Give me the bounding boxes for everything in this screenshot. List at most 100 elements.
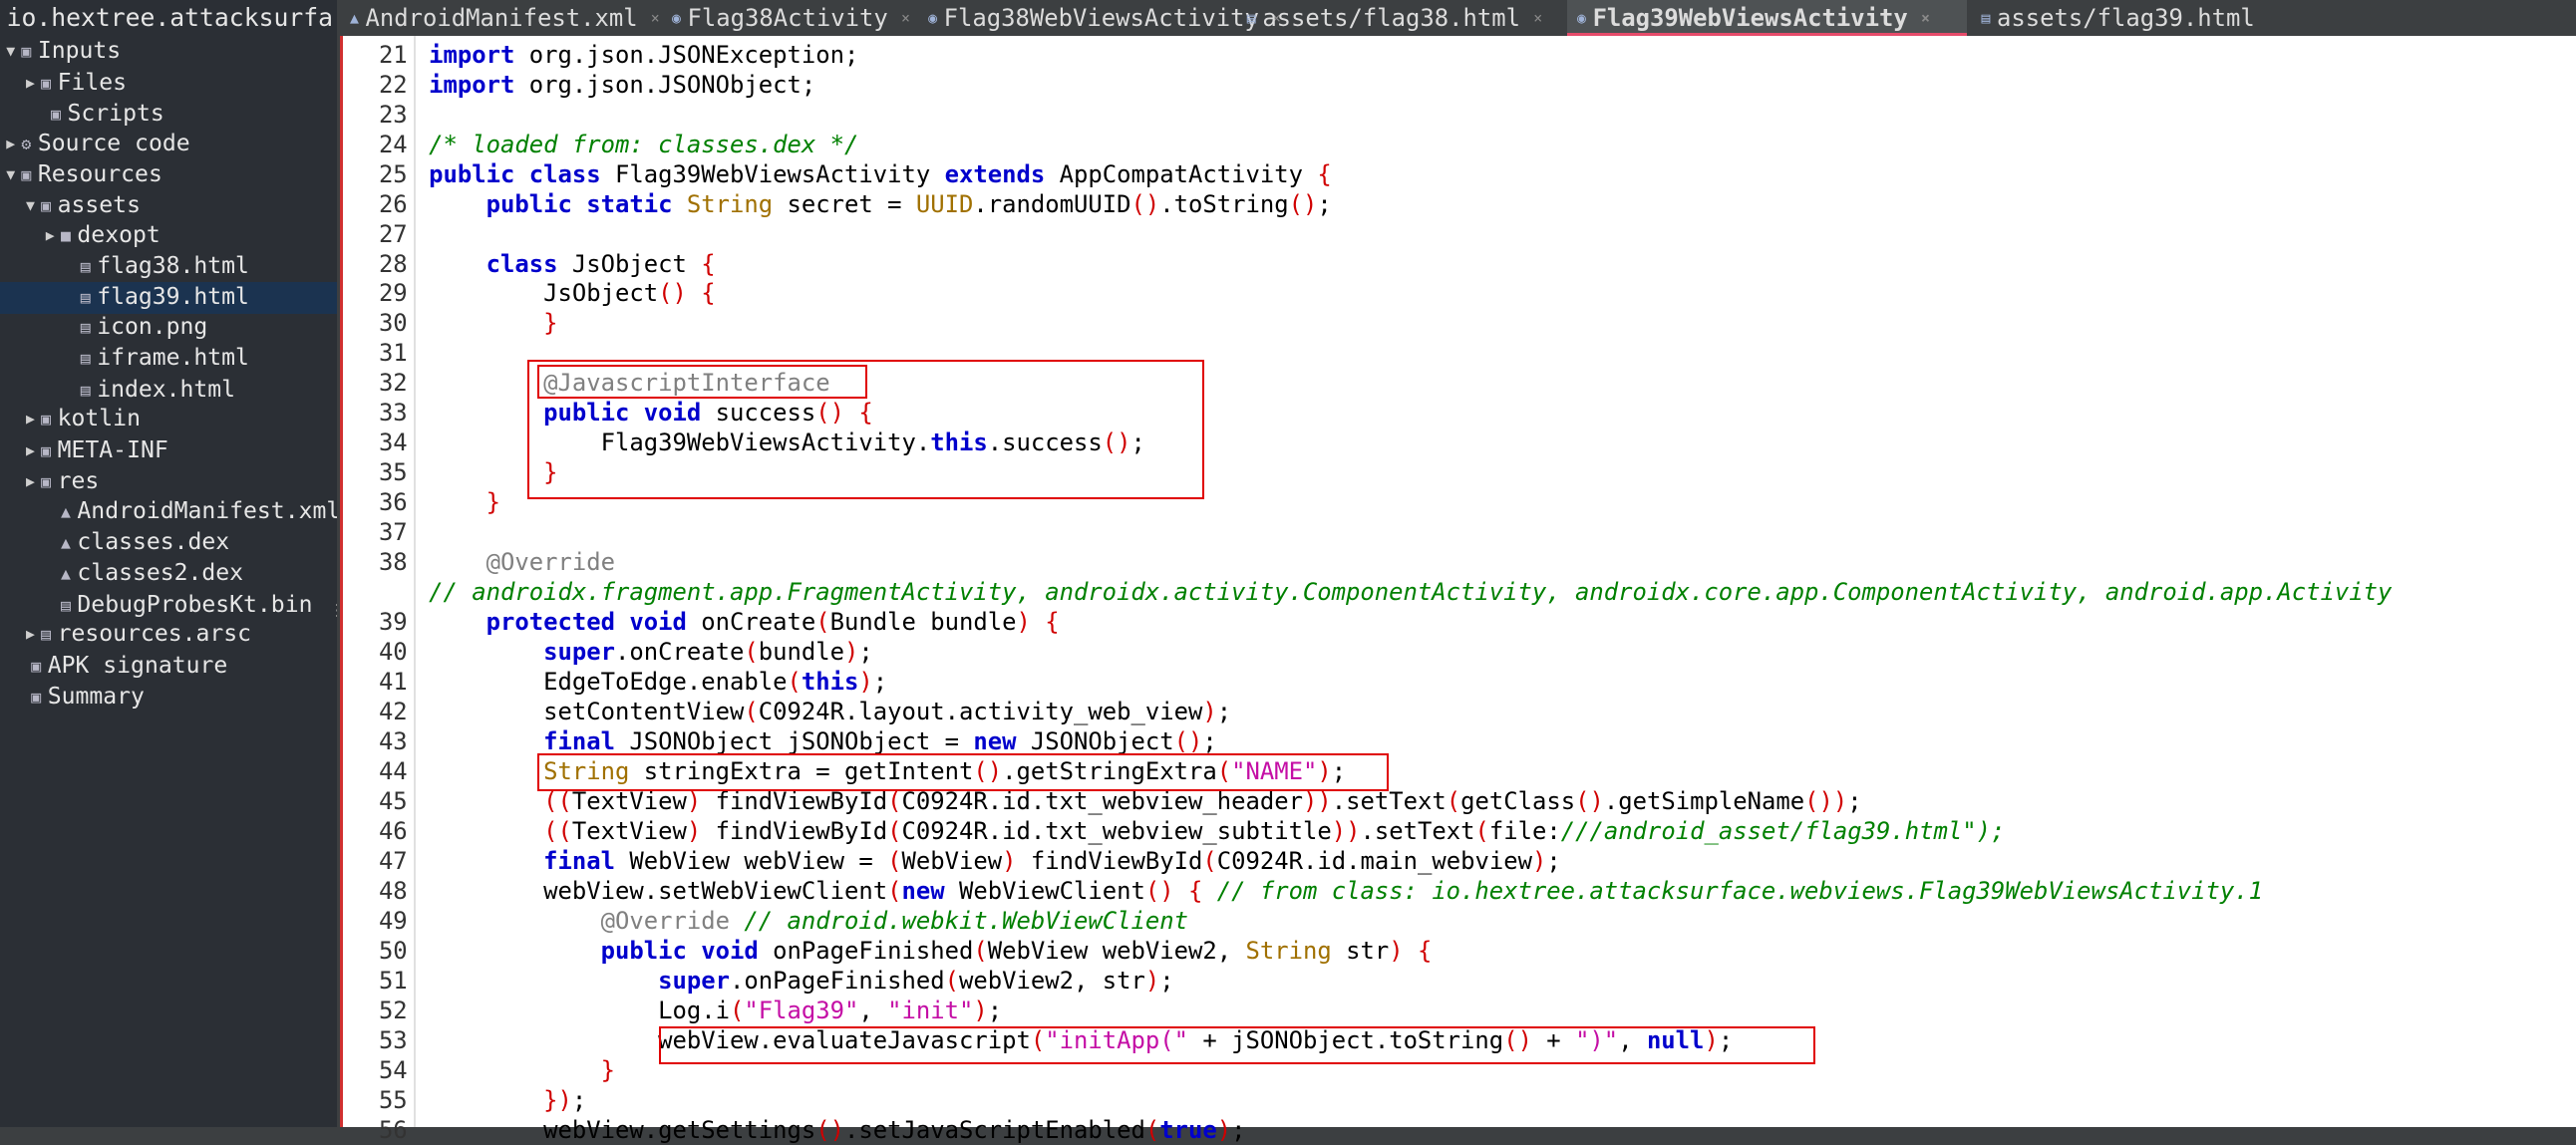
code-line[interactable]: @Override (429, 547, 615, 577)
tree-item-classes-dex[interactable]: ▲ classes.dex (0, 527, 337, 558)
code-line[interactable]: super.onPageFinished(webView2, str); (429, 966, 1174, 996)
expand-down-icon[interactable]: ▼ (23, 190, 38, 221)
expand-down-icon[interactable]: ▼ (3, 36, 18, 67)
expand-right-icon[interactable]: ▶ (43, 220, 58, 251)
code-line[interactable]: public void onPageFinished(WebView webVi… (429, 936, 1433, 966)
line-number: 46 (378, 817, 408, 846)
tree-item-summary[interactable]: ▣ Summary (0, 682, 337, 713)
expand-right-icon[interactable]: ▶ (23, 619, 38, 650)
code-line[interactable]: EdgeToEdge.enable(this); (429, 667, 887, 697)
expand-right-icon[interactable]: ▶ (23, 466, 38, 497)
tree-item-dexopt[interactable]: ▶ ■ dexopt (0, 220, 337, 251)
tree-item-source-code[interactable]: ▶ ⚙ Source code (0, 129, 337, 159)
line-number: 26 (378, 189, 408, 218)
tree-item-label: Inputs (37, 38, 122, 65)
tab-flag39webviewsactivity[interactable]: ◉ Flag39WebViewsActivity × (1567, 0, 1967, 37)
expand-right-icon[interactable]: ▶ (23, 68, 38, 99)
file-node-icon: ▲ (60, 501, 71, 521)
tab-file-icon: ◉ (1577, 10, 1586, 27)
close-icon[interactable]: × (1921, 10, 1930, 27)
code-editor[interactable]: 21 22 23 24 25 26 27 28 29 30 31 32 33 34 35 36 37 38 39 40… (340, 36, 2576, 1144)
line-number: 50 (378, 937, 408, 966)
tab-androidmanifest-xml[interactable]: ▲ AndroidManifest.xml × (340, 0, 660, 36)
code-line[interactable]: import org.json.JSONObject; (429, 70, 815, 100)
code-line[interactable]: webView.getSettings().setJavaScriptEnabl… (429, 1115, 1245, 1145)
code-line[interactable]: public static String secret = UUID.rando… (429, 189, 1332, 219)
code-line[interactable]: // androidx.fragment.app.FragmentActivit… (429, 577, 2392, 607)
tree-item-flag39-html[interactable]: ▤ flag39.html (0, 282, 337, 314)
tree-item-classes2-dex[interactable]: ▲ classes2.dex (0, 558, 337, 589)
code-line[interactable]: } (429, 457, 557, 487)
code-line[interactable]: String stringExtra = getIntent().getStri… (429, 756, 1346, 786)
code-line[interactable]: JsObject() { (429, 278, 716, 308)
code-line[interactable]: public class Flag39WebViewsActivity exte… (429, 159, 1332, 189)
code-line[interactable]: ((TextView) findViewById(C0924R.id.txt_w… (429, 816, 2005, 846)
code-line[interactable]: final WebView webView = (WebView) findVi… (429, 846, 1561, 876)
code-line[interactable]: setContentView(C0924R.layout.activity_we… (429, 697, 1231, 726)
tree-item-flag38-html[interactable]: ▤ flag38.html (0, 251, 337, 282)
code-line[interactable]: webView.evaluateJavascript("initApp(" + … (429, 1025, 1733, 1055)
expand-right-icon[interactable]: ▶ (23, 435, 38, 466)
code-line[interactable]: Log.i("Flag39", "init"); (429, 996, 1002, 1025)
line-number: 38 (378, 548, 408, 577)
line-number: 21 (378, 40, 408, 69)
code-line[interactable]: @Override // android.webkit.WebViewClien… (429, 906, 1188, 936)
line-number: 39 (378, 608, 408, 637)
code-line[interactable]: @JavascriptInterface (429, 368, 829, 398)
code-line[interactable]: protected void onCreate(Bundle bundle) { (429, 607, 1060, 637)
project-title[interactable]: io.hextree.attacksurfa (0, 0, 337, 36)
tree-item-kotlin[interactable]: ▶ ▣ kotlin (0, 404, 337, 434)
expand-down-icon[interactable]: ▼ (3, 159, 18, 190)
tree-item-scripts[interactable]: ▣ Scripts (0, 99, 337, 130)
resize-handle-icon[interactable]: ⋮ (329, 595, 337, 626)
tree-item-inputs[interactable]: ▼ ▣ Inputs (0, 36, 337, 67)
code-line[interactable]: public void success() { (429, 398, 873, 428)
line-number: 23 (378, 100, 408, 129)
code-line[interactable]: }); (429, 1085, 586, 1115)
tab-label: AndroidManifest.xml (365, 4, 638, 32)
tab-flag38activity[interactable]: ◉ Flag38Activity × (662, 0, 911, 36)
tree-item-index-html[interactable]: ▤ index.html (0, 375, 337, 406)
line-number: 53 (378, 1026, 408, 1055)
code-line[interactable]: } (429, 487, 500, 517)
tree-item-resources-arsc[interactable]: ▶ ▤ resources.arsc (0, 619, 337, 650)
tab-label: assets/flag39.html (1996, 4, 2255, 32)
tab-assets-flag39-html[interactable]: ▤ assets/flag39.html (1972, 0, 2301, 36)
close-icon[interactable]: × (901, 10, 910, 27)
tree-item-assets[interactable]: ▼ ▣ assets (0, 190, 337, 221)
file-node-icon: ⚙ (21, 134, 32, 153)
tree-item-apk-signature[interactable]: ▣ APK signature (0, 651, 337, 682)
expand-right-icon[interactable]: ▶ (3, 129, 18, 159)
tree-item-files[interactable]: ▶ ▣ Files (0, 68, 337, 99)
tree-item-label: flag38.html (97, 253, 249, 280)
close-icon[interactable]: × (1533, 10, 1542, 27)
tree-item-label: dexopt (77, 221, 161, 248)
tree-item-icon-png[interactable]: ▤ icon.png (0, 312, 337, 343)
code-line[interactable]: ((TextView) findViewById(C0924R.id.txt_w… (429, 786, 1861, 816)
code-line[interactable]: } (429, 1055, 615, 1085)
expand-right-icon[interactable]: ▶ (23, 404, 38, 434)
tab-assets-flag38-html[interactable]: ▤ assets/flag38.html × (1237, 0, 1562, 36)
line-number: 48 (378, 877, 408, 906)
tree-item-label: icon.png (97, 314, 208, 341)
code-line[interactable]: webView.setWebViewClient(new WebViewClie… (429, 876, 2263, 906)
tab-flag38webviewsactivity[interactable]: ◉ Flag38WebViewsActivity × (918, 0, 1281, 36)
code-line[interactable]: import org.json.JSONException; (429, 40, 858, 70)
tree-item-androidmanifest-xml[interactable]: ▲ AndroidManifest.xml (0, 496, 337, 527)
tree-item-resources[interactable]: ▼ ▣ Resources (0, 159, 337, 190)
code-line[interactable]: Flag39WebViewsActivity.this.success(); (429, 428, 1145, 457)
code-line[interactable]: class JsObject { (429, 249, 716, 279)
tab-file-icon: ◉ (928, 10, 938, 27)
tree-item-label: DebugProbesKt.bin (77, 591, 313, 618)
tree-item-iframe-html[interactable]: ▤ iframe.html (0, 343, 337, 374)
tree-item-meta-inf[interactable]: ▶ ▣ META-INF (0, 435, 337, 466)
code-line[interactable]: /* loaded from: classes.dex */ (429, 130, 858, 159)
tree-item-res[interactable]: ▶ ▣ res (0, 466, 337, 497)
close-icon[interactable]: × (651, 10, 660, 27)
code-line[interactable]: super.onCreate(bundle); (429, 637, 873, 667)
file-node-icon: ▤ (80, 257, 91, 277)
code-line[interactable]: } (429, 308, 557, 338)
code-line[interactable]: final JSONObject jSONObject = new JSONOb… (429, 726, 1217, 756)
tree-item-debugprobeskt-bin[interactable]: ▤ DebugProbesKt.bin (0, 590, 337, 621)
project-tree-panel: io.hextree.attacksurfa ▼ ▣ Inputs ▶ ▣ Files ▣ S… (0, 0, 337, 1127)
